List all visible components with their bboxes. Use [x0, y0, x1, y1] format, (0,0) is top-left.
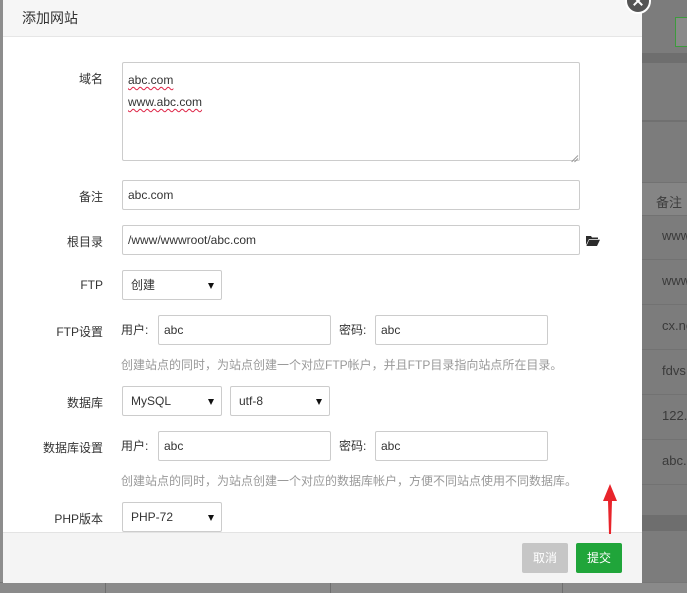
ftp-user-input[interactable]: abc — [158, 315, 331, 345]
background-column-remark: 备注 — [656, 195, 683, 210]
db-user-input[interactable]: abc — [158, 431, 331, 461]
ftp-password-input[interactable]: abc — [375, 315, 548, 345]
background-table-row: www — [642, 214, 687, 260]
database-type-select[interactable]: MySQL — [122, 386, 222, 416]
submit-button[interactable]: 提交 — [576, 543, 622, 573]
background-table-row: abc. — [642, 439, 687, 485]
database-settings-label: 数据库设置 — [42, 441, 103, 455]
database-label: 数据库 — [66, 396, 103, 410]
ftp-hint: 创建站点的同时，为站点创建一个对应FTP帐户，并且FTP目录指向站点所在目录。 — [121, 358, 563, 372]
ftp-select[interactable]: 创建 — [122, 270, 222, 300]
root-dir-label: 根目录 — [66, 235, 103, 249]
resize-handle-icon[interactable] — [570, 151, 578, 159]
background-divider — [642, 53, 687, 63]
domain-textarea[interactable]: abc.com www.abc.com — [122, 62, 580, 161]
background-bottom-bar — [0, 582, 687, 593]
database-charset-value: utf-8 — [239, 394, 264, 408]
ftp-password-label: 密码: — [339, 323, 367, 337]
php-version-value: PHP-72 — [131, 510, 174, 524]
db-password-label: 密码: — [339, 439, 367, 453]
background-table-row: cx.no — [642, 304, 687, 350]
ftp-select-value: 创建 — [131, 278, 156, 292]
add-site-dialog: 添加网站 域名 abc.com www.abc.com 备注 abc.com 根… — [3, 0, 642, 583]
dialog-footer: 取消 提交 — [3, 532, 642, 583]
ftp-user-label: 用户: — [121, 323, 149, 337]
domain-label: 域名 — [78, 72, 103, 86]
domain-line: abc.com — [128, 73, 174, 87]
chevron-down-icon — [208, 515, 214, 521]
db-password-input[interactable]: abc — [375, 431, 548, 461]
database-type-value: MySQL — [131, 394, 172, 408]
remark-label: 备注 — [78, 190, 103, 204]
db-user-label: 用户: — [121, 439, 149, 453]
background-table-row: fdvs — [642, 349, 687, 395]
chevron-down-icon — [316, 399, 322, 405]
annotation-arrow-icon — [603, 484, 617, 534]
chevron-down-icon — [208, 283, 214, 289]
background-divider — [642, 515, 687, 531]
dialog-title: 添加网站 — [22, 10, 78, 26]
database-hint: 创建站点的同时，为站点创建一个对应的数据库帐户，方便不同站点使用不同数据库。 — [121, 474, 578, 488]
background-divider — [642, 120, 687, 122]
ftp-label: FTP — [80, 278, 103, 292]
domain-line: www.abc.com — [128, 95, 203, 109]
php-version-label: PHP版本 — [54, 512, 103, 526]
cancel-button[interactable]: 取消 — [522, 543, 568, 573]
remark-input[interactable]: abc.com — [122, 180, 580, 210]
folder-open-icon[interactable] — [586, 235, 600, 246]
chevron-down-icon — [208, 399, 214, 405]
ftp-settings-label: FTP设置 — [56, 325, 103, 339]
database-charset-select[interactable]: utf-8 — [230, 386, 330, 416]
background-table-row: 122. — [642, 394, 687, 440]
background-table-header: 备注 — [642, 182, 687, 216]
php-version-select[interactable]: PHP-72 — [122, 502, 222, 532]
dialog-header: 添加网站 — [3, 0, 642, 37]
background-button — [675, 17, 687, 47]
background-table-row: www — [642, 259, 687, 305]
root-dir-input[interactable]: /www/wwwroot/abc.com — [122, 225, 580, 255]
